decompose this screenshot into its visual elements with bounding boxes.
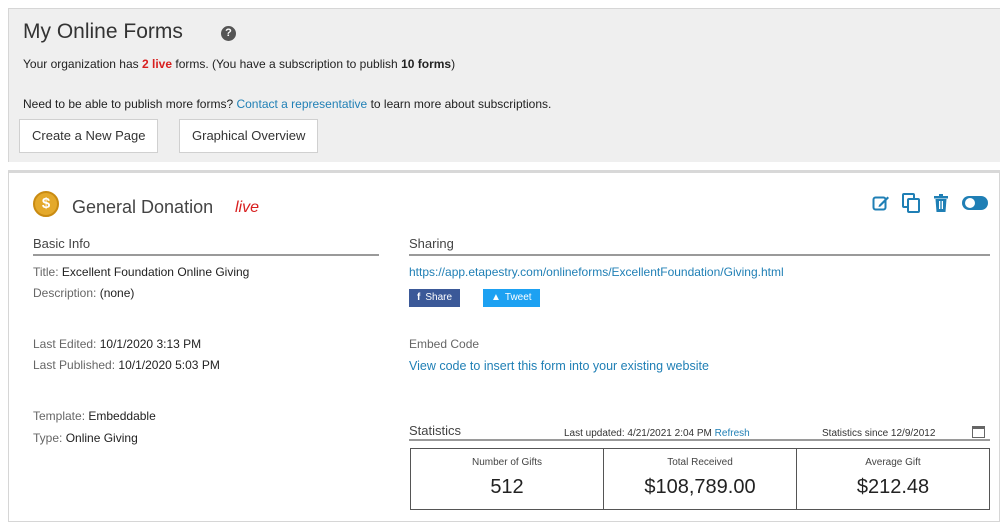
stat-total-received: Total Received $108,789.00 <box>604 449 797 509</box>
graphical-overview-button[interactable]: Graphical Overview <box>179 119 319 153</box>
template-field: Template: Embeddable <box>33 409 156 423</box>
share-url-link[interactable]: https://app.etapestry.com/onlineforms/Ex… <box>409 265 784 279</box>
embed-code-label: Embed Code <box>409 337 480 351</box>
statistics-table: Number of Gifts 512 Total Received $108,… <box>410 448 990 510</box>
form-title-field: Title: Excellent Foundation Online Givin… <box>33 265 250 279</box>
statistics-heading: Statistics <box>409 423 462 438</box>
stat-number-of-gifts: Number of Gifts 512 <box>411 449 604 509</box>
form-card: $ General Donation live Basic Info Title… <box>8 170 1000 522</box>
last-edited-field: Last Edited: 10/1/2020 3:13 PM <box>33 337 202 351</box>
type-field: Type: Online Giving <box>33 431 138 445</box>
form-status: live <box>235 199 260 216</box>
subscription-note: Need to be able to publish more forms? C… <box>23 97 552 111</box>
facebook-share-button[interactable]: f Share <box>409 289 461 307</box>
twitter-tweet-button[interactable]: ▲ Tweet <box>483 289 540 307</box>
last-published-field: Last Published: 10/1/2020 5:03 PM <box>33 358 220 372</box>
form-name: General Donation <box>72 197 214 217</box>
basic-info-heading: Basic Info <box>33 236 379 256</box>
edit-icon[interactable] <box>871 193 891 213</box>
twitter-icon: ▲ <box>491 292 501 303</box>
live-count: 2 live <box>141 57 173 71</box>
copy-icon[interactable] <box>901 193 921 213</box>
coin-icon: $ <box>33 191 59 217</box>
refresh-link[interactable]: Refresh <box>715 428 750 439</box>
last-updated: Last updated: 4/21/2021 2:04 PM Refresh <box>564 428 750 439</box>
sharing-heading: Sharing <box>409 236 990 256</box>
forms-header: My Online Forms ? Your organization has … <box>8 8 1000 162</box>
trash-icon[interactable] <box>931 193 951 213</box>
page-title: My Online Forms <box>23 20 183 43</box>
facebook-icon: f <box>417 292 421 303</box>
help-icon[interactable]: ? <box>221 26 236 41</box>
statistics-since: Statistics since 12/9/2012 <box>822 428 936 439</box>
create-page-button[interactable]: Create a New Page <box>19 119 159 153</box>
contact-representative-link[interactable]: Contact a representative <box>236 97 367 111</box>
embed-code-link[interactable]: View code to insert this form into your … <box>409 359 709 373</box>
subscription-count: 10 forms <box>401 57 452 71</box>
toggle-icon[interactable] <box>961 193 989 213</box>
form-description-field: Description: (none) <box>33 286 135 300</box>
statistics-rule <box>409 439 990 441</box>
stat-average-gift: Average Gift $212.48 <box>856 457 930 498</box>
calendar-icon[interactable] <box>972 426 985 438</box>
form-actions <box>871 193 989 213</box>
live-forms-summary: Your organization has 2 live forms. (You… <box>23 57 456 71</box>
